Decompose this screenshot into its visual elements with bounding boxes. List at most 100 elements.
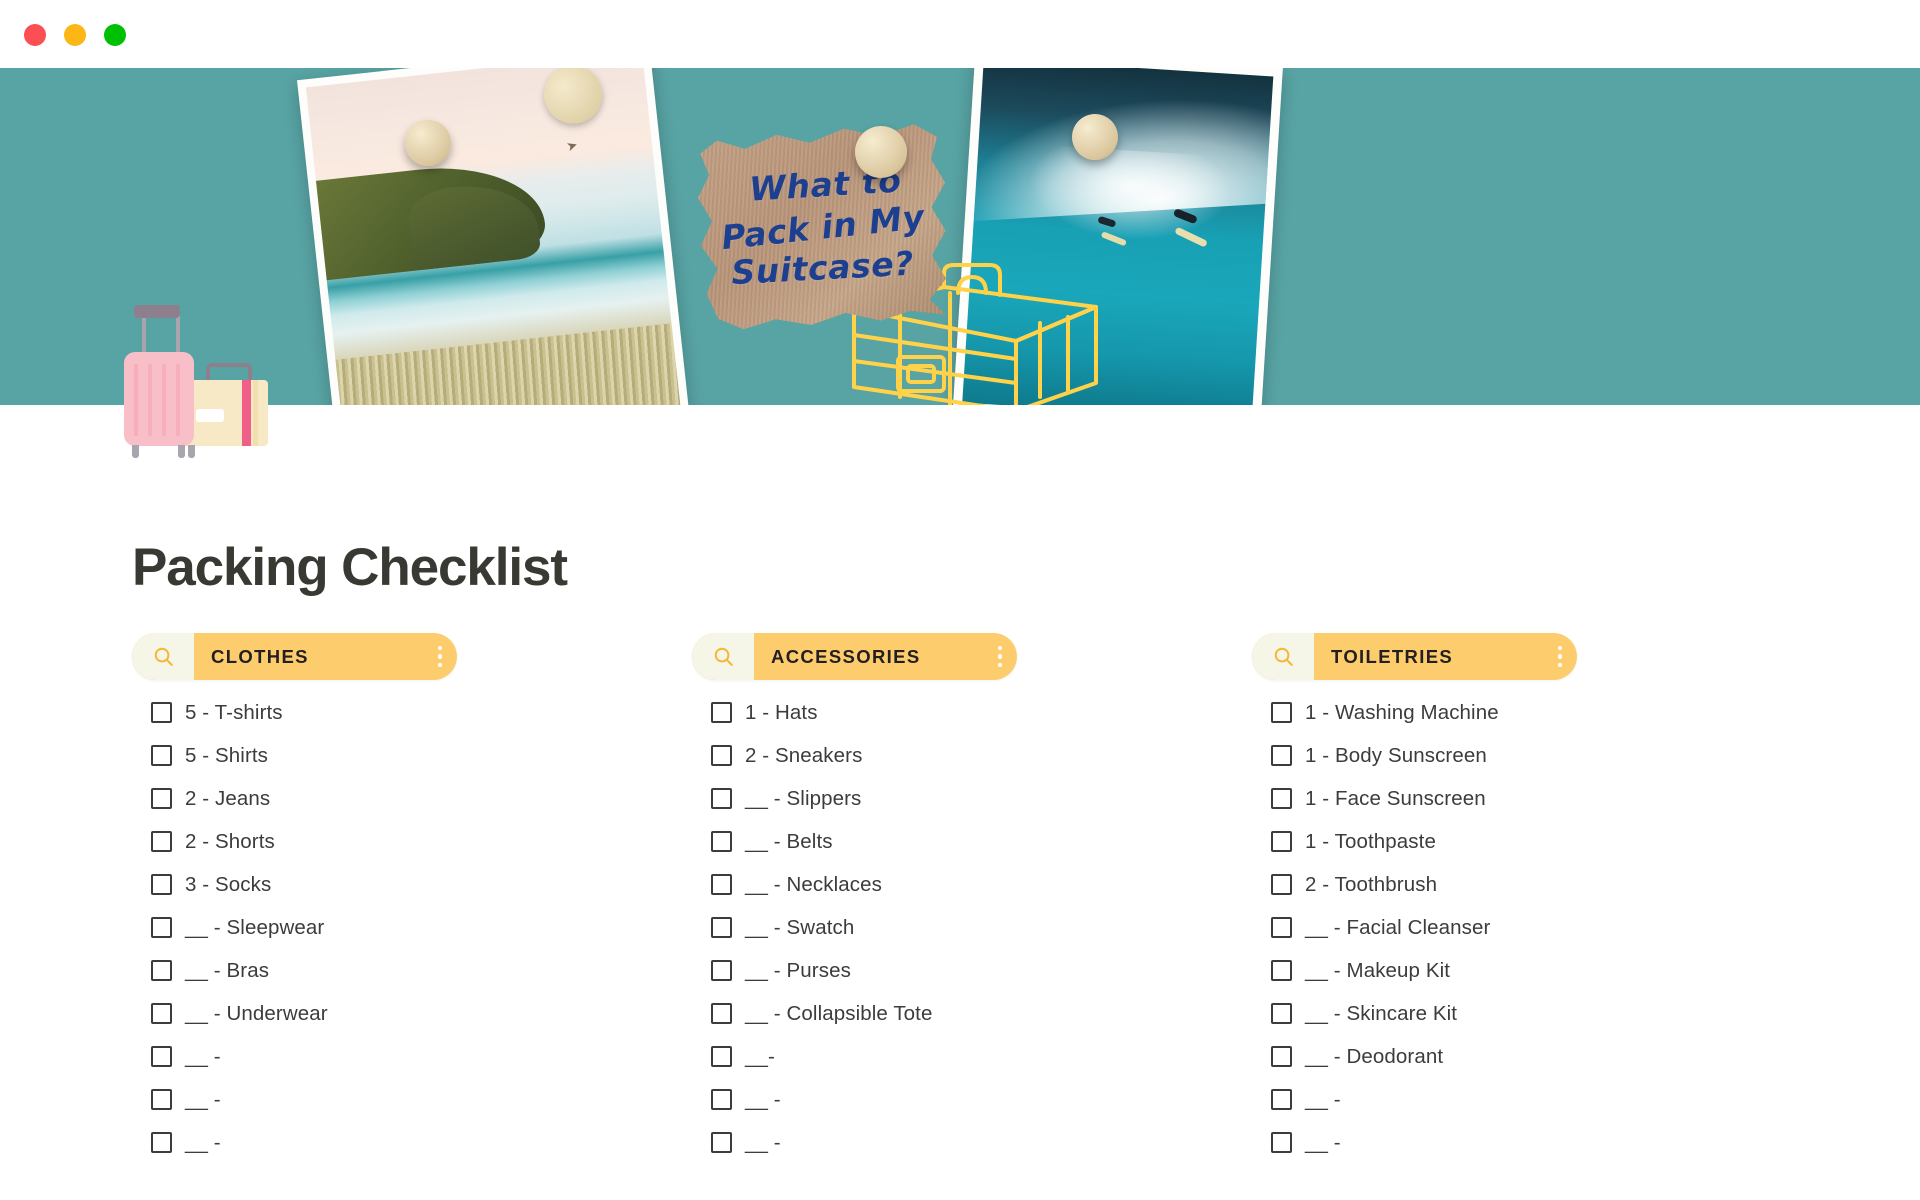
search-icon[interactable]	[1252, 633, 1314, 680]
list-item-label: __ -	[185, 1044, 221, 1068]
checkbox[interactable]	[151, 1089, 172, 1110]
checkbox[interactable]	[1271, 960, 1292, 981]
list-item[interactable]: 1 - Washing Machine	[1252, 691, 1812, 734]
checklist-items: 1 - Hats 2 - Sneakers __ - Slippers __ - Be…	[692, 691, 1252, 1164]
checkbox[interactable]	[1271, 1003, 1292, 1024]
cream-suitcase-foot	[188, 445, 195, 458]
list-item[interactable]: __ -	[692, 1078, 1252, 1121]
list-item[interactable]: 1 - Body Sunscreen	[1252, 734, 1812, 777]
list-item[interactable]: 1 - Face Sunscreen	[1252, 777, 1812, 820]
column-header-toiletries[interactable]: Toiletries	[1252, 633, 1577, 680]
list-item[interactable]: __ - Sleepwear	[132, 906, 692, 949]
checkbox[interactable]	[711, 917, 732, 938]
checkbox[interactable]	[151, 745, 172, 766]
list-item[interactable]: __ - Collapsible Tote	[692, 992, 1252, 1035]
checkbox[interactable]	[711, 874, 732, 895]
list-item-label: __ - Purses	[745, 958, 851, 982]
list-item[interactable]: __ - Facial Cleanser	[1252, 906, 1812, 949]
checkbox[interactable]	[151, 788, 172, 809]
checkbox[interactable]	[711, 1132, 732, 1153]
checkbox[interactable]	[1271, 1089, 1292, 1110]
checkbox[interactable]	[1271, 702, 1292, 723]
checkbox[interactable]	[711, 702, 732, 723]
list-item-label: __ - Swatch	[745, 915, 855, 939]
list-item[interactable]: 1 - Toothpaste	[1252, 820, 1812, 863]
list-item-label: __ - Underwear	[185, 1001, 328, 1025]
checkbox[interactable]	[1271, 1046, 1292, 1067]
checkbox[interactable]	[151, 874, 172, 895]
checkbox[interactable]	[711, 1003, 732, 1024]
list-item-label: __ - Skincare Kit	[1305, 1001, 1458, 1025]
checkbox[interactable]	[151, 702, 172, 723]
cream-suitcase-tag	[196, 409, 224, 422]
list-item[interactable]: __ -	[692, 1121, 1252, 1164]
minimize-window-button[interactable]	[64, 24, 86, 46]
checkbox[interactable]	[151, 1132, 172, 1153]
list-item[interactable]: __ -	[132, 1121, 692, 1164]
search-icon[interactable]	[132, 633, 194, 680]
list-item[interactable]: __ - Skincare Kit	[1252, 992, 1812, 1035]
list-item-label: 2 - Sneakers	[745, 743, 863, 767]
list-item[interactable]: __-	[692, 1035, 1252, 1078]
checkbox[interactable]	[711, 960, 732, 981]
checkbox[interactable]	[711, 788, 732, 809]
list-item[interactable]: __ -	[132, 1078, 692, 1121]
checkbox[interactable]	[1271, 745, 1292, 766]
checklist-items: 1 - Washing Machine 1 - Body Sunscreen 1 -…	[1252, 691, 1812, 1164]
list-item[interactable]: __ - Belts	[692, 820, 1252, 863]
list-item-label: __ - Deodorant	[1305, 1044, 1444, 1068]
list-item-label: __ -	[1305, 1130, 1341, 1154]
list-item[interactable]: __ - Purses	[692, 949, 1252, 992]
list-item[interactable]: __ - Makeup Kit	[1252, 949, 1812, 992]
list-item-label: 1 - Toothpaste	[1305, 829, 1436, 853]
checkbox[interactable]	[1271, 874, 1292, 895]
list-item-label: 5 - Shirts	[185, 743, 269, 767]
column-header-accessories[interactable]: Accessories	[692, 633, 1017, 680]
list-item[interactable]: __ - Swatch	[692, 906, 1252, 949]
checkbox[interactable]	[711, 745, 732, 766]
list-item[interactable]: __ - Slippers	[692, 777, 1252, 820]
checkbox[interactable]	[151, 1046, 172, 1067]
list-item-label: __ - Necklaces	[745, 872, 882, 896]
list-item[interactable]: __ - Underwear	[132, 992, 692, 1035]
list-item[interactable]: __ - Bras	[132, 949, 692, 992]
list-item-label: 1 - Body Sunscreen	[1305, 743, 1487, 767]
checkbox[interactable]	[1271, 788, 1292, 809]
list-item[interactable]: 2 - Shorts	[132, 820, 692, 863]
checkbox[interactable]	[1271, 917, 1292, 938]
checkbox[interactable]	[711, 1089, 732, 1110]
close-window-button[interactable]	[24, 24, 46, 46]
list-item[interactable]: __ -	[1252, 1078, 1812, 1121]
list-item[interactable]: 2 - Jeans	[132, 777, 692, 820]
list-item-label: __ -	[1305, 1087, 1341, 1111]
checkbox[interactable]	[151, 917, 172, 938]
zoom-window-button[interactable]	[104, 24, 126, 46]
list-item[interactable]: __ - Deodorant	[1252, 1035, 1812, 1078]
list-item-label: __ - Facial Cleanser	[1305, 915, 1491, 939]
checkbox[interactable]	[1271, 1132, 1292, 1153]
list-item[interactable]: 1 - Hats	[692, 691, 1252, 734]
list-item[interactable]: __ - Necklaces	[692, 863, 1252, 906]
column-header-clothes[interactable]: Clothes	[132, 633, 457, 680]
checkbox[interactable]	[151, 831, 172, 852]
kebab-menu-icon[interactable]	[1543, 633, 1577, 680]
hero-banner: ➤ What to Pack in My Suitcase?	[0, 68, 1920, 458]
kebab-menu-icon[interactable]	[423, 633, 457, 680]
list-item[interactable]: __ -	[1252, 1121, 1812, 1164]
list-item[interactable]: 2 - Sneakers	[692, 734, 1252, 777]
list-item[interactable]: 5 - Shirts	[132, 734, 692, 777]
list-item[interactable]: __ -	[132, 1035, 692, 1078]
list-item-label: 2 - Jeans	[185, 786, 271, 810]
checkbox[interactable]	[151, 960, 172, 981]
search-icon[interactable]	[692, 633, 754, 680]
kebab-menu-icon[interactable]	[983, 633, 1017, 680]
checkbox[interactable]	[711, 831, 732, 852]
checkbox[interactable]	[151, 1003, 172, 1024]
list-item[interactable]: 3 - Socks	[132, 863, 692, 906]
checkbox[interactable]	[711, 1046, 732, 1067]
list-item-label: 5 - T-shirts	[185, 700, 283, 724]
list-item[interactable]: 2 - Toothbrush	[1252, 863, 1812, 906]
checklist-column: Toiletries 1 - Washing Machine 1 - Body Su…	[1252, 633, 1812, 1164]
list-item[interactable]: 5 - T-shirts	[132, 691, 692, 734]
checkbox[interactable]	[1271, 831, 1292, 852]
